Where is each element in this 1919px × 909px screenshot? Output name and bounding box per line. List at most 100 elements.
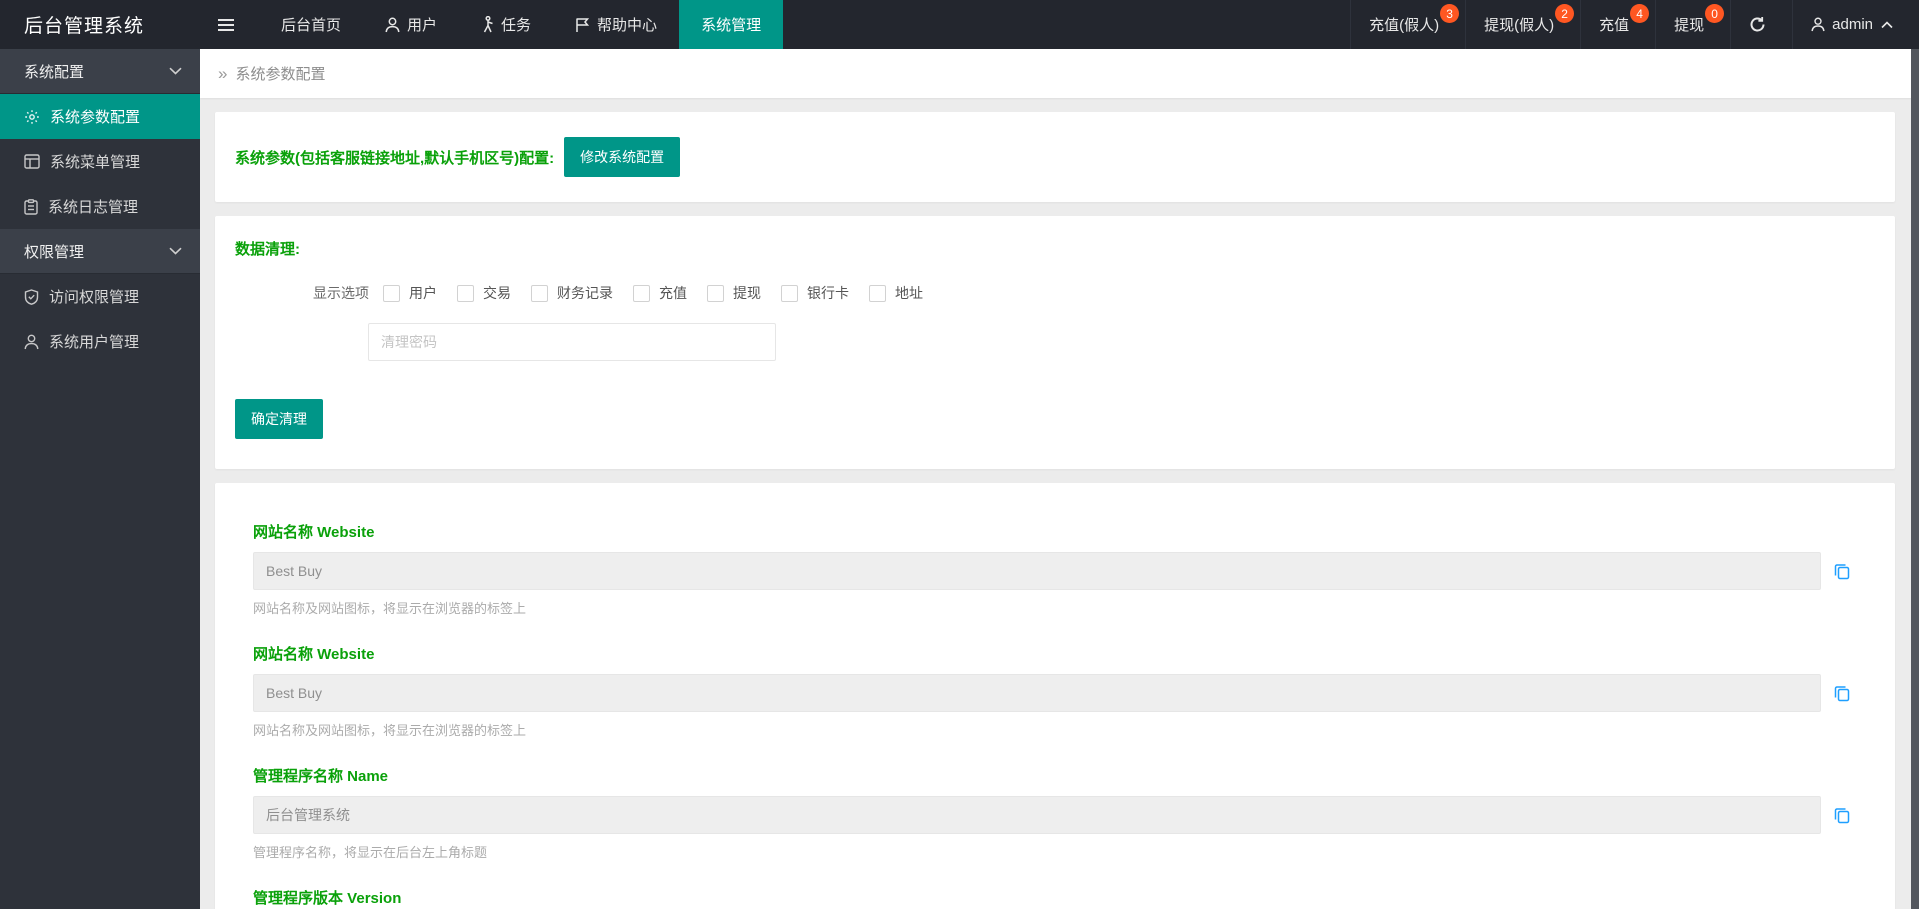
field-admin-version: 管理程序版本 Version 管理程序版本，将显示在后台左上角标题 — [253, 887, 1857, 909]
checkbox-group-finance-records: 财务记录 — [531, 283, 613, 303]
nav-item-users[interactable]: 用户 — [363, 0, 459, 49]
modify-system-config-button[interactable]: 修改系统配置 — [564, 137, 681, 177]
nav-item-withdraw[interactable]: 提现 0 — [1655, 0, 1730, 49]
system-param-config-card: 系统参数(包括客服链接地址,默认手机区号)配置: 修改系统配置 — [215, 112, 1895, 202]
nav-item-label: 提现 — [1674, 17, 1705, 34]
nav-item-label: 后台首页 — [281, 17, 342, 34]
website-name-input-2[interactable] — [253, 674, 1821, 712]
flag-icon — [575, 17, 590, 33]
log-clipboard-icon — [24, 198, 38, 215]
checkbox-group-recharge: 充值 — [633, 283, 687, 303]
checkbox-label: 地址 — [895, 285, 923, 301]
field-help-text: 网站名称及网站图标，将显示在浏览器的标签上 — [253, 601, 527, 616]
username: admin — [1832, 16, 1873, 33]
vertical-scrollbar[interactable] — [1911, 49, 1919, 909]
main-content: » 系统参数配置 系统参数(包括客服链接地址,默认手机区号)配置: 修改系统配置… — [200, 49, 1919, 909]
user-icon — [385, 17, 400, 33]
walking-person-icon — [481, 16, 494, 33]
clean-password-input[interactable] — [368, 323, 776, 361]
field-help-text: 网站名称及网站图标，将显示在浏览器的标签上 — [253, 723, 527, 738]
confirm-clean-button[interactable]: 确定清理 — [235, 399, 323, 439]
nav-item-label: 系统管理 — [701, 17, 762, 34]
copy-icon[interactable] — [1827, 562, 1857, 580]
admin-name-input[interactable] — [253, 796, 1821, 834]
sidebar-item-system-param-config[interactable]: 系统参数配置 — [0, 94, 200, 139]
sidebar-item-label: 系统用户管理 — [49, 334, 140, 351]
system-param-config-label: 系统参数(包括客服链接地址,默认手机区号)配置: — [235, 149, 555, 167]
breadcrumb-separator-icon: » — [218, 63, 228, 83]
window-menu-icon — [24, 154, 40, 169]
recharge-checkbox[interactable] — [633, 284, 650, 302]
navbar-spacer — [783, 0, 1350, 49]
field-website-name-2: 网站名称 Website 网站名称及网站图标，将显示在浏览器的标签上 — [253, 643, 1857, 739]
trades-checkbox[interactable] — [457, 284, 474, 302]
copy-icon[interactable] — [1827, 806, 1857, 824]
recharge-badge: 4 — [1630, 4, 1650, 23]
checkbox-group-bank-card: 银行卡 — [781, 283, 849, 303]
checkbox-group-address: 地址 — [869, 283, 923, 303]
sidebar: 系统配置 系统参数配置 系统菜单管理 系统日志管理 权限管理 访问权限管理 系统… — [0, 49, 200, 909]
sidebar-group-title: 系统配置 — [24, 63, 85, 81]
nav-item-label: 充值(假人) — [1369, 17, 1440, 34]
checkbox-group-withdraw: 提现 — [707, 283, 761, 303]
sidebar-item-label: 系统菜单管理 — [50, 154, 141, 171]
sidebar-item-label: 系统日志管理 — [48, 199, 139, 216]
nav-item-label: 帮助中心 — [597, 17, 658, 34]
user-icon — [1811, 17, 1825, 32]
checkbox-group-trades: 交易 — [457, 283, 511, 303]
field-help-text: 管理程序名称，将显示在后台左上角标题 — [253, 845, 488, 860]
breadcrumb-current: 系统参数配置 — [235, 66, 326, 83]
nav-item-label: 用户 — [407, 17, 438, 34]
sidebar-item-system-log-management[interactable]: 系统日志管理 — [0, 184, 200, 229]
nav-item-home[interactable]: 后台首页 — [259, 0, 363, 49]
data-clean-title: 数据清理: — [235, 241, 300, 258]
field-label: 网站名称 Website — [253, 646, 375, 663]
field-label: 管理程序版本 Version — [253, 890, 402, 907]
recharge-fake-badge: 3 — [1440, 4, 1460, 23]
hamburger-icon — [218, 18, 234, 32]
checkbox-label: 提现 — [733, 285, 761, 301]
collapse-sidebar-button[interactable] — [200, 0, 259, 49]
nav-item-recharge[interactable]: 充值 4 — [1580, 0, 1655, 49]
sidebar-item-system-user-management[interactable]: 系统用户管理 — [0, 319, 200, 364]
nav-item-label: 提现(假人) — [1484, 17, 1555, 34]
clean-options-row: 显示选项 用户 交易 财务记录 充值 提现 银行卡 地址 — [313, 283, 1875, 303]
nav-item-withdraw-fake[interactable]: 提现(假人) 2 — [1465, 0, 1580, 49]
checkbox-label: 充值 — [659, 285, 687, 301]
nav-item-help-center[interactable]: 帮助中心 — [553, 0, 679, 49]
checkbox-group-users: 用户 — [383, 283, 437, 303]
bank-card-checkbox[interactable] — [781, 284, 798, 302]
nav-item-recharge-fake[interactable]: 充值(假人) 3 — [1350, 0, 1465, 49]
withdraw-fake-badge: 2 — [1555, 4, 1575, 23]
users-checkbox[interactable] — [383, 284, 400, 302]
website-name-input-1[interactable] — [253, 552, 1821, 590]
field-admin-name: 管理程序名称 Name 管理程序名称，将显示在后台左上角标题 — [253, 765, 1857, 861]
data-clean-card: 数据清理: 显示选项 用户 交易 财务记录 充值 提现 银行卡 地址 清理密码 … — [215, 216, 1895, 469]
address-checkbox[interactable] — [869, 284, 886, 302]
chevron-down-icon — [169, 247, 182, 255]
copy-icon[interactable] — [1827, 684, 1857, 702]
top-navbar: 后台管理系统 后台首页 用户 任务 帮助中心 系统管理 充值(假人) 3 提现(… — [0, 0, 1919, 49]
checkbox-label: 财务记录 — [557, 285, 613, 301]
sidebar-item-access-permission-management[interactable]: 访问权限管理 — [0, 274, 200, 319]
field-label: 网站名称 Website — [253, 524, 375, 541]
nav-item-label: 任务 — [501, 17, 532, 34]
refresh-button[interactable] — [1730, 0, 1792, 49]
sidebar-group-permission-management[interactable]: 权限管理 — [0, 229, 200, 274]
withdraw-checkbox[interactable] — [707, 284, 724, 302]
checkbox-label: 交易 — [483, 285, 511, 301]
sidebar-item-system-menu-management[interactable]: 系统菜单管理 — [0, 139, 200, 184]
checkbox-label: 银行卡 — [807, 285, 849, 301]
withdraw-badge: 0 — [1705, 4, 1725, 23]
finance-records-checkbox[interactable] — [531, 284, 548, 302]
site-settings-card: 网站名称 Website 网站名称及网站图标，将显示在浏览器的标签上 网站名称 … — [215, 483, 1895, 909]
user-menu[interactable]: admin — [1792, 0, 1919, 49]
sidebar-group-system-config[interactable]: 系统配置 — [0, 49, 200, 94]
sidebar-item-label: 访问权限管理 — [49, 289, 140, 306]
sidebar-item-label: 系统参数配置 — [50, 109, 141, 126]
sidebar-group-title: 权限管理 — [24, 243, 85, 261]
shield-check-icon — [24, 288, 39, 305]
nav-item-system-management[interactable]: 系统管理 — [679, 0, 784, 49]
nav-item-tasks[interactable]: 任务 — [459, 0, 553, 49]
navbar-menu: 后台首页 用户 任务 帮助中心 系统管理 — [200, 0, 784, 49]
